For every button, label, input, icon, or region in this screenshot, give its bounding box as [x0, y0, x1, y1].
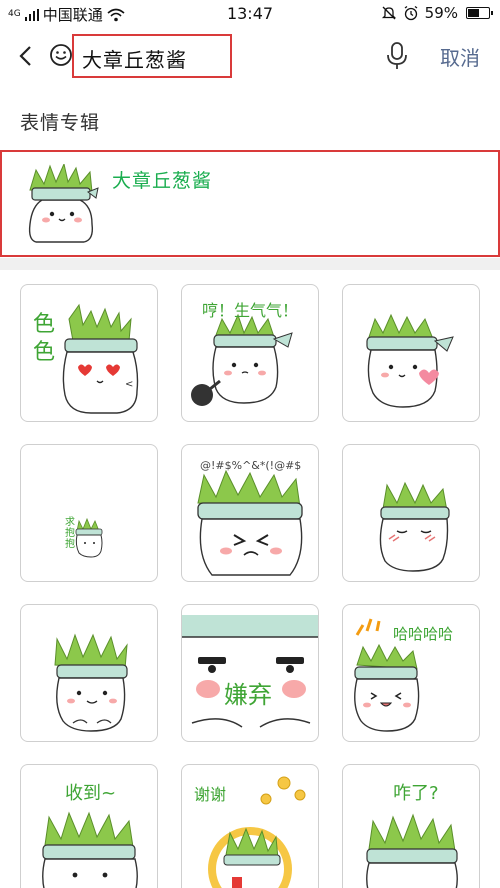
- sticker-caption: 咋了?: [393, 783, 439, 804]
- sticker-item[interactable]: [342, 444, 480, 582]
- sticker-item[interactable]: [20, 604, 158, 742]
- voice-search-button[interactable]: [384, 40, 410, 72]
- sticker-item[interactable]: 嫌弃: [181, 604, 319, 742]
- mute-bell-icon: [381, 6, 396, 20]
- sticker-item[interactable]: @!#$%^&*(!@#$: [181, 444, 319, 582]
- back-arrow-icon: [19, 46, 31, 66]
- search-input[interactable]: 大章丘葱酱: [72, 34, 232, 78]
- emoji-button[interactable]: [48, 42, 74, 68]
- sticker-item[interactable]: 哈哈哈哈: [342, 604, 480, 742]
- sticker-mascot-wink-heart: [366, 313, 454, 408]
- sticker-item[interactable]: [342, 284, 480, 422]
- sticker-item[interactable]: 收到~: [20, 764, 158, 888]
- sticker-caption: @!#$%^&*(!@#$: [200, 459, 302, 472]
- microphone-icon: [387, 42, 407, 69]
- svg-text:<: <: [125, 379, 133, 390]
- sticker-item[interactable]: 求 抱 抱: [20, 444, 158, 582]
- album-name: 大章丘葱酱: [112, 170, 213, 192]
- sticker-caption: 收到~: [65, 783, 117, 804]
- sticker-caption: 嫌弃: [224, 681, 272, 709]
- sticker-item[interactable]: 咋了?: [342, 764, 480, 888]
- scallion-mascot-icon: [28, 162, 99, 243]
- battery-icon: [466, 7, 493, 19]
- section-title: 表情专辑: [20, 112, 101, 134]
- sticker-grid: < 色 色 哼！生气气！ 求 抱 抱 @!#$%^&*(!@#$ 嫌弃 哈哈哈哈…: [0, 270, 500, 888]
- sticker-mascot-small-hug: [75, 517, 103, 558]
- album-row[interactable]: 大章丘葱酱: [0, 150, 500, 257]
- sticker-mascot-blush: [379, 481, 450, 572]
- sticker-caption: 哈哈哈哈: [393, 625, 454, 643]
- smiley-icon: [50, 44, 72, 66]
- sticker-caption: 色 色: [33, 312, 56, 365]
- sticker-item[interactable]: 谢谢: [181, 764, 319, 888]
- battery-percent: 59%: [424, 4, 458, 22]
- status-bar: 4G 中国联通 13:47 59%: [0, 0, 500, 28]
- sticker-item[interactable]: < 色 色: [20, 284, 158, 422]
- sticker-mascot-disgust: [182, 615, 318, 728]
- cancel-button[interactable]: 取消: [440, 42, 480, 71]
- sticker-caption: 求 抱 抱: [65, 517, 75, 550]
- back-button[interactable]: [10, 40, 40, 72]
- sticker-mascot-smile: [54, 633, 128, 732]
- album-thumbnail: [22, 162, 100, 244]
- search-query-text: 大章丘葱酱: [82, 48, 187, 72]
- alarm-icon: [404, 5, 418, 21]
- search-header: 大章丘葱酱 取消: [0, 28, 500, 86]
- sticker-item[interactable]: 哼！生气气！: [181, 284, 319, 422]
- section-divider: [0, 258, 500, 270]
- sticker-caption: 谢谢: [194, 785, 227, 804]
- sticker-caption: 哼！生气气！: [202, 301, 299, 320]
- status-right: 59%: [381, 4, 493, 22]
